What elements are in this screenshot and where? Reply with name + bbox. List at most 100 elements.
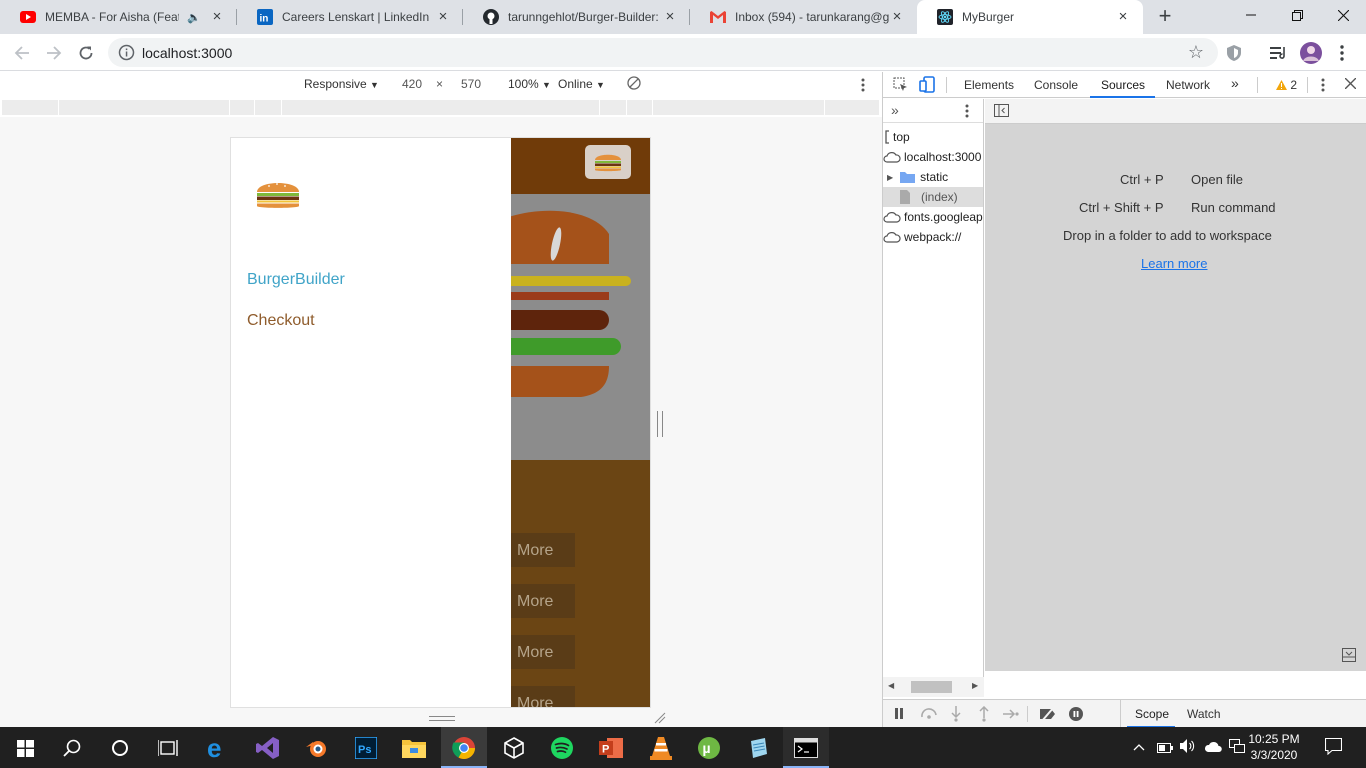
search-icon[interactable] [59, 735, 85, 761]
browser-tab-linkedin[interactable]: in Careers Lenskart | LinkedIn × [237, 0, 463, 34]
close-tab-icon[interactable]: × [662, 9, 678, 25]
resize-handle-right[interactable] [657, 411, 663, 437]
tree-item-static[interactable]: ▶ static [883, 167, 983, 187]
spotify-icon[interactable] [549, 735, 575, 761]
address-bar[interactable]: localhost:3000 ☆ [108, 38, 1218, 67]
height-input[interactable]: 570 [461, 77, 481, 91]
devtools-menu-icon[interactable] [1321, 78, 1325, 95]
toggle-navigator-icon[interactable] [994, 104, 1010, 121]
close-devtools-icon[interactable] [1344, 77, 1357, 92]
cortana-icon[interactable] [107, 735, 133, 761]
warnings-badge[interactable]: 2 [1276, 78, 1297, 92]
media-query-segment[interactable] [59, 100, 230, 115]
close-tab-icon[interactable]: × [1115, 9, 1131, 25]
navigator-menu-icon[interactable] [965, 104, 969, 121]
toggle-debugger-icon[interactable] [1342, 648, 1356, 665]
media-query-segment[interactable] [255, 100, 282, 115]
tree-item-webpack[interactable]: webpack:// [883, 227, 983, 247]
more-ingredient-button[interactable]: More [511, 686, 575, 707]
media-query-segment[interactable] [282, 100, 600, 115]
more-ingredient-button[interactable]: More [511, 635, 575, 669]
close-tab-icon[interactable]: × [209, 9, 225, 25]
network-throttle-select[interactable]: Online ▼ [558, 77, 605, 91]
tray-chevron-icon[interactable] [1133, 739, 1145, 754]
forward-button[interactable] [41, 40, 67, 66]
scroll-left-icon[interactable]: ◀ [888, 681, 894, 690]
tab-watch[interactable]: Watch [1187, 707, 1221, 721]
blender-icon[interactable] [304, 735, 330, 761]
pause-icon[interactable] [894, 708, 904, 722]
media-query-segment[interactable] [627, 100, 653, 115]
step-out-icon[interactable] [979, 705, 989, 725]
tab-scope[interactable]: Scope [1135, 707, 1169, 721]
device-mode-select[interactable]: Responsive ▼ [304, 77, 379, 91]
learn-more-link[interactable]: Learn more [1141, 256, 1207, 271]
file-explorer-icon[interactable] [401, 735, 427, 761]
volume-icon[interactable] [1180, 739, 1196, 756]
media-query-segment[interactable] [2, 100, 59, 115]
tree-item-fonts[interactable]: fonts.googleap [883, 207, 983, 227]
terminal-icon[interactable] [793, 735, 819, 761]
keyboard-layout-icon[interactable] [1229, 739, 1245, 756]
inspect-element-icon[interactable] [893, 77, 908, 95]
nav-link-burgerbuilder[interactable]: BurgerBuilder [247, 271, 345, 289]
windows-start-icon[interactable] [12, 735, 38, 761]
scrollbar-thumb[interactable] [911, 681, 952, 693]
rotate-icon[interactable] [627, 76, 641, 93]
utorrent-icon[interactable]: µ [696, 735, 722, 761]
notepad-icon[interactable] [745, 735, 771, 761]
onedrive-icon[interactable] [1204, 740, 1222, 755]
nav-link-checkout[interactable]: Checkout [247, 312, 315, 330]
edge-icon[interactable]: e [205, 735, 231, 761]
unity-icon[interactable] [501, 735, 527, 761]
tree-item-top[interactable]: top [883, 127, 983, 147]
media-controls-icon[interactable] [1268, 42, 1290, 64]
width-input[interactable]: 420 [402, 77, 422, 91]
task-view-icon[interactable] [155, 735, 181, 761]
tab-network[interactable]: Network [1166, 78, 1210, 92]
speaker-icon[interactable]: 🔈 [187, 11, 201, 24]
browser-tab-gmail[interactable]: Inbox (594) - tarunkarang@gm × [690, 0, 917, 34]
system-clock[interactable]: 10:25 PM 3/3/2020 [1244, 731, 1304, 763]
close-window-button[interactable] [1320, 0, 1366, 30]
deactivate-breakpoints-icon[interactable] [1039, 706, 1057, 724]
close-tab-icon[interactable]: × [889, 9, 905, 25]
new-tab-button[interactable]: + [1152, 4, 1178, 30]
step-into-icon[interactable] [951, 706, 961, 725]
tab-sources[interactable]: Sources [1101, 78, 1145, 92]
bookmark-star-icon[interactable]: ☆ [1188, 42, 1204, 63]
resize-handle-bottom[interactable] [429, 716, 455, 721]
zoom-select[interactable]: 100% ▼ [508, 77, 551, 91]
restore-button[interactable] [1274, 0, 1320, 30]
media-query-segment[interactable] [653, 100, 825, 115]
profile-avatar[interactable] [1300, 42, 1322, 64]
minimize-button[interactable] [1228, 0, 1274, 30]
vlc-icon[interactable] [648, 735, 674, 761]
more-ingredient-button[interactable]: More [511, 533, 575, 567]
media-query-bar[interactable] [0, 100, 882, 115]
media-query-segment[interactable] [600, 100, 627, 115]
shield-extension-icon[interactable] [1223, 42, 1245, 64]
reload-button[interactable] [73, 40, 99, 66]
info-icon[interactable] [118, 44, 135, 61]
close-tab-icon[interactable]: × [435, 9, 451, 25]
media-query-segment[interactable] [230, 100, 255, 115]
visual-studio-icon[interactable] [255, 735, 281, 761]
photoshop-icon[interactable]: Ps [353, 735, 379, 761]
powerpoint-icon[interactable]: P [598, 735, 624, 761]
tab-console[interactable]: Console [1034, 78, 1078, 92]
device-toggle-icon[interactable] [919, 76, 935, 96]
chrome-icon[interactable] [451, 735, 477, 761]
expand-arrow-icon[interactable]: ▶ [887, 173, 893, 182]
notifications-icon[interactable] [1324, 737, 1343, 758]
pause-on-exceptions-icon[interactable] [1069, 707, 1083, 724]
more-navigator-tabs-icon[interactable]: » [891, 102, 899, 118]
tree-item-localhost[interactable]: localhost:3000 [883, 147, 983, 167]
device-toolbar-menu-icon[interactable] [861, 78, 865, 95]
tab-elements[interactable]: Elements [964, 78, 1014, 92]
browser-tab-myburger[interactable]: MyBurger × [917, 0, 1143, 34]
scroll-right-icon[interactable]: ▶ [972, 681, 978, 690]
chrome-menu-icon[interactable] [1331, 42, 1353, 64]
more-ingredient-button[interactable]: More [511, 584, 575, 618]
step-over-icon[interactable] [920, 707, 938, 722]
